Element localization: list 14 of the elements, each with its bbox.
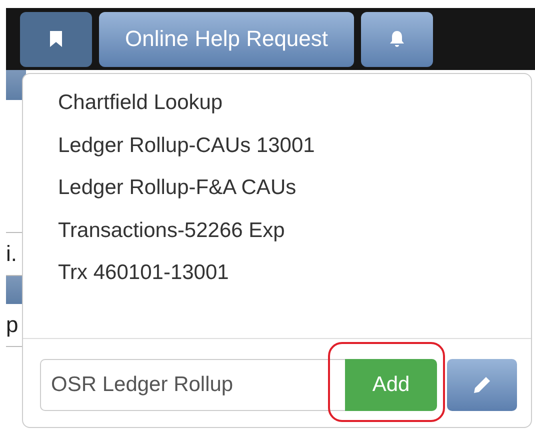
edit-button[interactable] [447, 359, 517, 411]
notifications-button[interactable] [361, 12, 434, 66]
bookmark-icon [50, 31, 62, 47]
bookmark-item[interactable]: Transactions-52266 Exp [58, 210, 285, 252]
bookmark-item[interactable]: Ledger Rollup-F&A CAUs [58, 167, 296, 210]
bell-icon [389, 30, 406, 48]
bookmark-name-field[interactable]: OSR Ledger Rollup [40, 359, 345, 411]
bookmark-item[interactable]: Chartfield Lookup [58, 82, 223, 124]
bookmark-item[interactable]: Ledger Rollup-CAUs 13001 [58, 124, 315, 167]
pencil-icon [473, 376, 491, 394]
bookmark-button[interactable] [20, 12, 92, 66]
page-text-fragment: p [6, 311, 20, 339]
page-text-fragment: i. [6, 240, 18, 268]
bookmark-item[interactable]: Trx 460101-13001 [58, 252, 229, 294]
